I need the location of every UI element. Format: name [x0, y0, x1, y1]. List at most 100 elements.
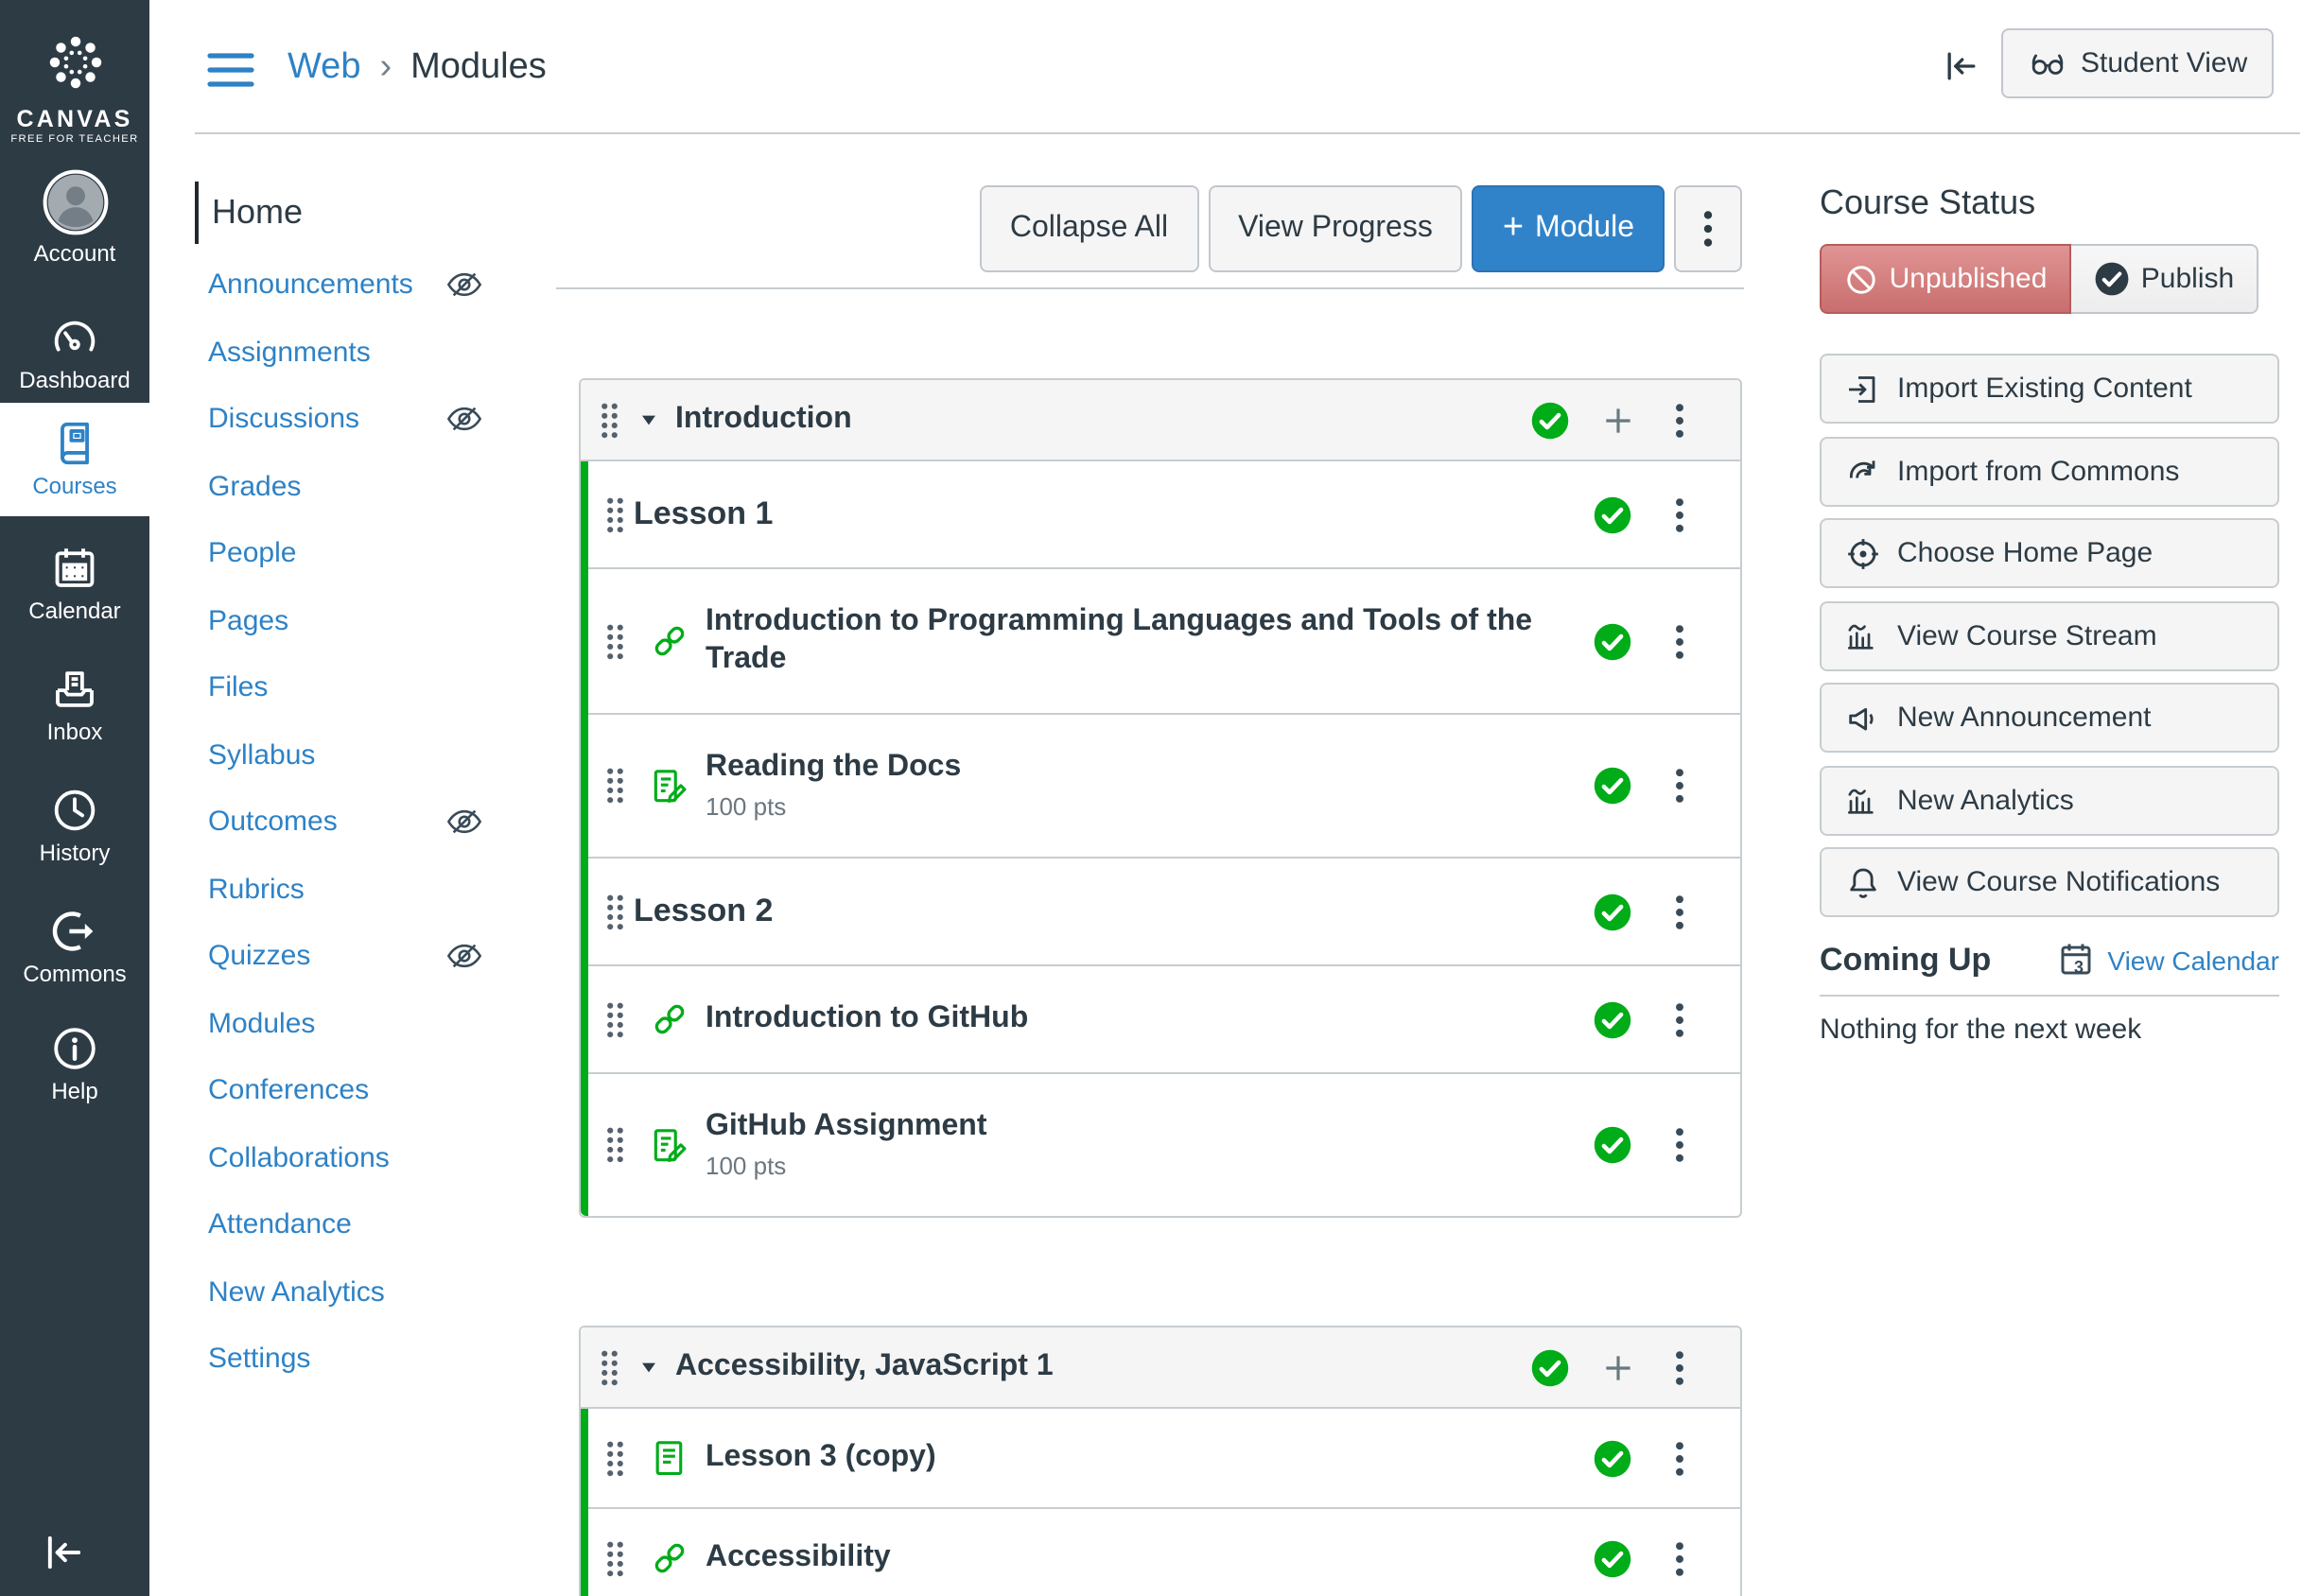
- course-nav-label[interactable]: Modules: [208, 1008, 315, 1040]
- published-check-icon[interactable]: [1593, 766, 1632, 806]
- course-nav-item-files[interactable]: Files: [208, 654, 567, 721]
- item-kebab-button[interactable]: [1674, 1440, 1685, 1476]
- global-nav-account[interactable]: Account: [0, 159, 149, 276]
- module-item-row[interactable]: Introduction to GitHub: [588, 964, 1740, 1072]
- module-item-row[interactable]: Accessibility: [588, 1507, 1740, 1596]
- course-nav-item-collaborations[interactable]: Collaborations: [208, 1124, 567, 1191]
- view-course-notifications-button[interactable]: View Course Notifications: [1820, 847, 2279, 917]
- item-title[interactable]: Lesson 3 (copy): [706, 1439, 936, 1477]
- course-nav-item-outcomes[interactable]: Outcomes: [208, 789, 567, 856]
- collapse-module-icon[interactable]: [639, 410, 658, 429]
- publish-button[interactable]: Publish: [2071, 244, 2258, 314]
- import-from-commons-button[interactable]: Import from Commons: [1820, 436, 2279, 506]
- course-nav-label[interactable]: Quizzes: [208, 941, 310, 973]
- breadcrumb-course-link[interactable]: Web: [288, 46, 360, 88]
- course-nav-label[interactable]: Discussions: [208, 404, 359, 436]
- course-nav-item-conferences[interactable]: Conferences: [208, 1057, 567, 1124]
- global-nav-calendar[interactable]: Calendar: [0, 526, 149, 643]
- item-title[interactable]: Reading the Docs: [706, 749, 961, 787]
- drag-handle-icon[interactable]: [602, 998, 628, 1041]
- published-check-icon[interactable]: [1530, 1347, 1570, 1387]
- drag-handle-icon[interactable]: [602, 890, 628, 933]
- course-nav-item-pages[interactable]: Pages: [208, 587, 567, 654]
- item-title[interactable]: Accessibility: [706, 1539, 891, 1577]
- published-check-icon[interactable]: [1593, 494, 1632, 534]
- drag-handle-icon[interactable]: [602, 493, 628, 536]
- course-nav-label[interactable]: Conferences: [208, 1075, 369, 1107]
- collapse-global-nav-icon[interactable]: [40, 1528, 89, 1577]
- global-nav-history[interactable]: History: [0, 768, 149, 885]
- module-item-row[interactable]: GitHub Assignment 100 pts: [588, 1072, 1740, 1216]
- course-nav-label[interactable]: Grades: [208, 471, 301, 503]
- new-analytics-button[interactable]: New Analytics: [1820, 765, 2279, 835]
- item-kebab-button[interactable]: [1674, 1127, 1685, 1163]
- global-nav-inbox[interactable]: Inbox: [0, 647, 149, 764]
- collapse-right-sidebar-button[interactable]: [1941, 45, 1982, 87]
- module-item-row[interactable]: Introduction to Programming Languages an…: [588, 567, 1740, 713]
- module-item-row[interactable]: Lesson 3 (copy): [588, 1409, 1740, 1507]
- choose-home-page-button[interactable]: Choose Home Page: [1820, 518, 2279, 588]
- course-nav-label[interactable]: Collaborations: [208, 1142, 390, 1174]
- new-announcement-button[interactable]: New Announcement: [1820, 683, 2279, 753]
- course-nav-label[interactable]: Attendance: [208, 1209, 352, 1241]
- course-nav-item-discussions[interactable]: Discussions: [208, 386, 567, 453]
- module-kebab-button[interactable]: [1674, 1349, 1685, 1385]
- item-kebab-button[interactable]: [1674, 1540, 1685, 1576]
- item-title[interactable]: GitHub Assignment: [706, 1108, 987, 1146]
- course-nav-label[interactable]: New Analytics: [208, 1276, 385, 1309]
- view-course-stream-button[interactable]: View Course Stream: [1820, 600, 2279, 670]
- course-nav-label[interactable]: Outcomes: [208, 807, 338, 839]
- course-nav-item-announcements[interactable]: Announcements: [208, 252, 567, 319]
- drag-handle-icon[interactable]: [602, 764, 628, 807]
- global-nav-dashboard[interactable]: Dashboard: [0, 295, 149, 412]
- module-item-row[interactable]: Reading the Docs 100 pts: [588, 713, 1740, 857]
- course-nav-item-home[interactable]: Home: [195, 182, 303, 244]
- course-nav-item-settings[interactable]: Settings: [208, 1326, 567, 1393]
- item-kebab-button[interactable]: [1674, 768, 1685, 804]
- drag-handle-icon[interactable]: [596, 1345, 622, 1389]
- item-kebab-button[interactable]: [1674, 623, 1685, 659]
- course-nav-label[interactable]: Announcements: [208, 269, 413, 302]
- course-nav-item-modules[interactable]: Modules: [208, 990, 567, 1057]
- item-kebab-button[interactable]: [1674, 1001, 1685, 1037]
- course-nav-label[interactable]: Files: [208, 672, 268, 704]
- course-nav-label[interactable]: People: [208, 538, 296, 570]
- course-nav-label[interactable]: Syllabus: [208, 739, 315, 772]
- student-view-button[interactable]: Student View: [2001, 28, 2275, 98]
- global-nav-help[interactable]: Help: [0, 1006, 149, 1123]
- add-item-button[interactable]: [1600, 402, 1636, 438]
- item-kebab-button[interactable]: [1674, 893, 1685, 929]
- item-kebab-button[interactable]: [1674, 496, 1685, 532]
- course-nav-item-syllabus[interactable]: Syllabus: [208, 721, 567, 789]
- course-nav-item-people[interactable]: People: [208, 520, 567, 587]
- course-nav-item-rubrics[interactable]: Rubrics: [208, 856, 567, 923]
- course-nav-label[interactable]: Settings: [208, 1344, 310, 1376]
- collapse-module-icon[interactable]: [639, 1358, 658, 1377]
- course-nav-item-quizzes[interactable]: Quizzes: [208, 923, 567, 990]
- course-nav-label[interactable]: Assignments: [208, 337, 371, 369]
- drag-handle-icon[interactable]: [602, 619, 628, 663]
- published-check-icon[interactable]: [1593, 621, 1632, 661]
- add-item-button[interactable]: [1600, 1349, 1636, 1385]
- published-check-icon[interactable]: [1593, 999, 1632, 1039]
- course-nav-item-new-analytics[interactable]: New Analytics: [208, 1258, 567, 1326]
- published-check-icon[interactable]: [1593, 1438, 1632, 1478]
- published-check-icon[interactable]: [1593, 1125, 1632, 1165]
- course-nav-item-assignments[interactable]: Assignments: [208, 319, 567, 386]
- global-nav-commons[interactable]: Commons: [0, 889, 149, 1006]
- view-calendar-link[interactable]: View Calendar: [2107, 945, 2279, 975]
- item-title[interactable]: Introduction to Programming Languages an…: [706, 603, 1585, 679]
- item-title[interactable]: Introduction to GitHub: [706, 1000, 1028, 1038]
- course-nav-label[interactable]: Pages: [208, 605, 288, 637]
- course-nav-item-attendance[interactable]: Attendance: [208, 1191, 567, 1258]
- canvas-logo[interactable]: CANVAS FREE FOR TEACHER: [0, 23, 149, 146]
- drag-handle-icon[interactable]: [602, 1436, 628, 1480]
- course-nav-label[interactable]: Rubrics: [208, 874, 305, 906]
- import-existing-content-button[interactable]: Import Existing Content: [1820, 354, 2279, 424]
- published-check-icon[interactable]: [1593, 1538, 1632, 1578]
- unpublished-button[interactable]: Unpublished: [1820, 244, 2071, 314]
- module-kebab-button[interactable]: [1674, 402, 1685, 438]
- published-check-icon[interactable]: [1530, 400, 1570, 440]
- drag-handle-icon[interactable]: [602, 1536, 628, 1580]
- drag-handle-icon[interactable]: [602, 1123, 628, 1167]
